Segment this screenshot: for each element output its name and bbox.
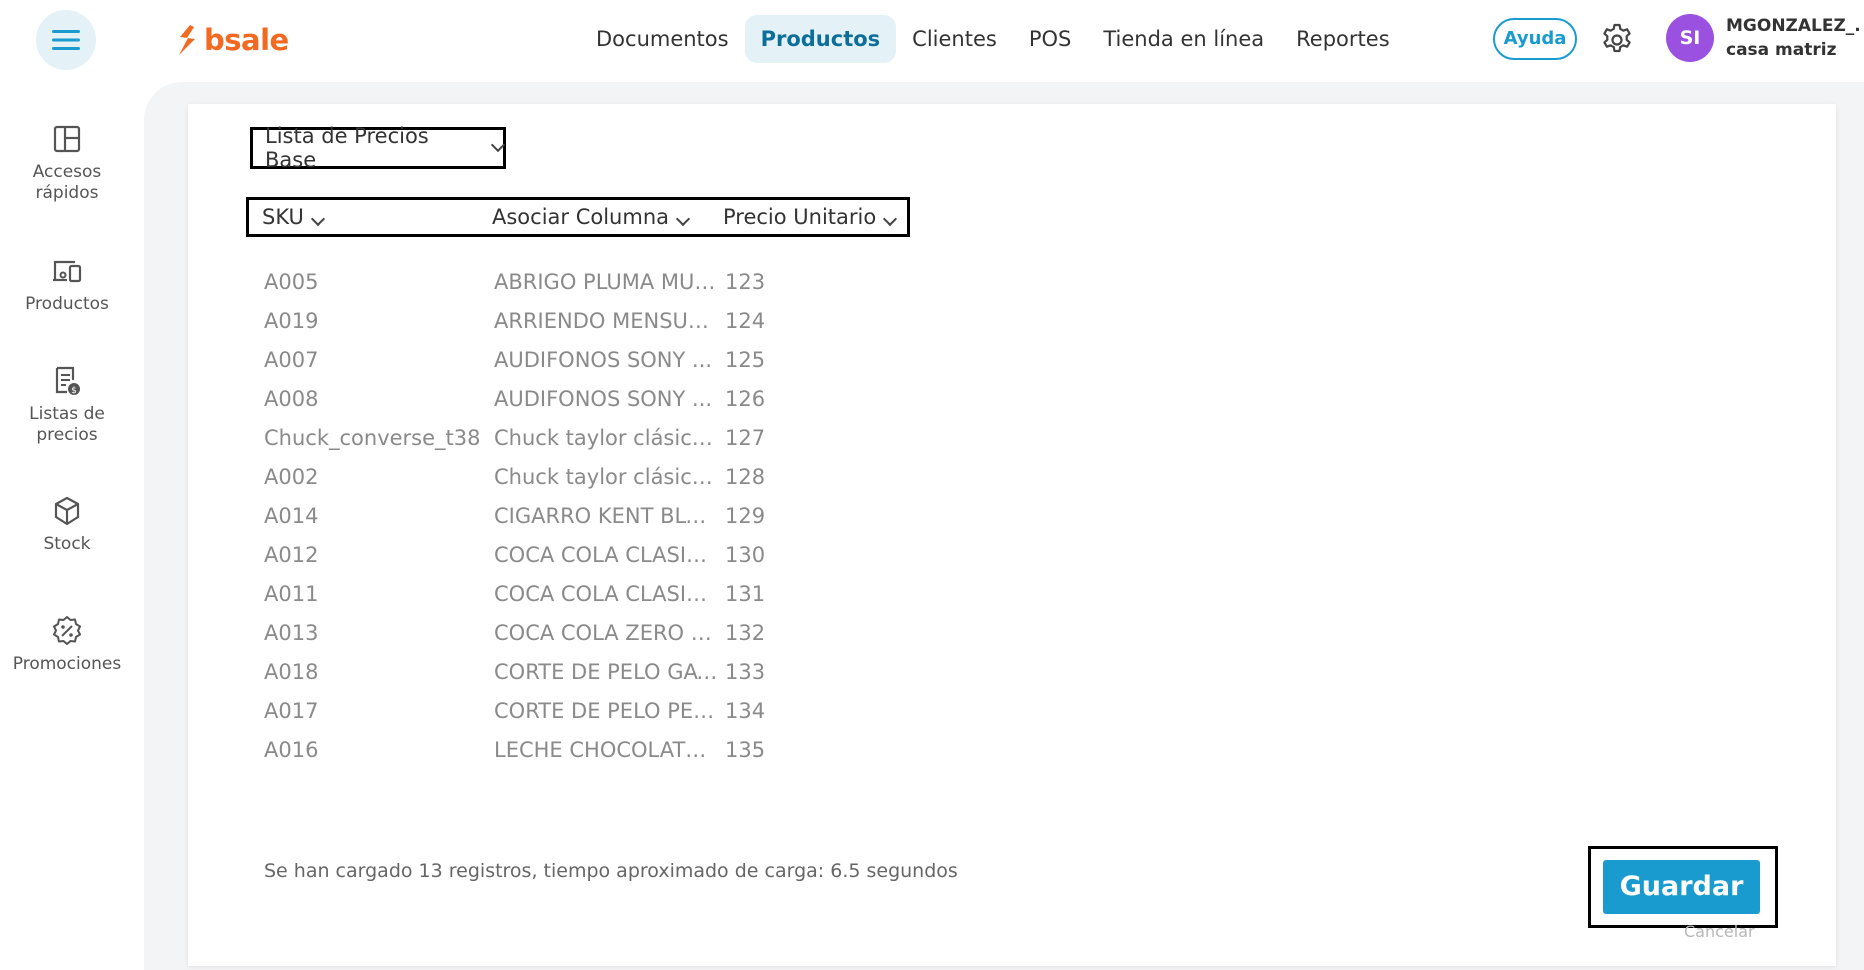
row-price: 134 xyxy=(725,699,766,723)
row-name: AUDIFONOS SONY ... xyxy=(494,348,713,372)
unit-price-column-label: Precio Unitario xyxy=(723,205,877,229)
row-name: COCA COLA CLASICA... xyxy=(494,543,718,567)
row-sku: A019 xyxy=(264,309,319,333)
row-price: 129 xyxy=(725,504,766,528)
chevron-down-icon xyxy=(883,211,898,227)
sidebar: Accesos rápidos Productos $ Listas de pr… xyxy=(0,80,134,970)
row-name: ABRIGO PLUMA MUJ... xyxy=(494,270,718,294)
chevron-down-icon xyxy=(310,211,325,227)
sidebar-label-stock: Stock xyxy=(43,534,91,554)
gear-icon[interactable] xyxy=(1599,22,1635,58)
row-sku: A016 xyxy=(264,738,319,762)
row-sku: A012 xyxy=(264,543,319,567)
nav-tienda-en-linea[interactable]: Tienda en línea xyxy=(1087,15,1280,63)
save-button[interactable]: Guardar xyxy=(1603,860,1760,914)
row-price: 132 xyxy=(725,621,766,645)
row-name: ARRIENDO MENSUA... xyxy=(494,309,718,333)
row-sku: A013 xyxy=(264,621,319,645)
hamburger-menu-button[interactable] xyxy=(36,10,96,70)
row-name: Chuck taylor clásico ... xyxy=(494,465,718,489)
row-price: 126 xyxy=(725,387,766,411)
row-sku: A018 xyxy=(264,660,319,684)
row-name: CIGARRO KENT BLU... xyxy=(494,504,718,528)
row-price: 131 xyxy=(725,582,766,606)
discount-badge-icon xyxy=(53,616,81,645)
price-list-dropdown-label: Lista de Precios Base xyxy=(265,124,429,172)
row-name: CORTE DE PELO GATO xyxy=(494,660,718,684)
nav-pos[interactable]: POS xyxy=(1013,15,1088,63)
row-name: LECHE CHOCOLATE ... xyxy=(494,738,718,762)
row-price: 135 xyxy=(725,738,766,762)
sidebar-item-stock[interactable]: Stock xyxy=(0,494,134,555)
top-bar: bsale Documentos Productos Clientes POS … xyxy=(0,0,1864,80)
sku-column-label: SKU xyxy=(262,205,304,229)
price-list-dropdown[interactable]: Lista de Precios Base xyxy=(250,124,506,172)
user-branch: casa matriz xyxy=(1726,40,1837,60)
row-name: COCA COLA ZERO 35... xyxy=(494,621,718,645)
nav-reportes[interactable]: Reportes xyxy=(1280,15,1405,63)
bsale-logo-icon xyxy=(179,25,195,55)
nav-documentos[interactable]: Documentos xyxy=(580,15,745,63)
row-price: 133 xyxy=(725,660,766,684)
row-name: CORTE DE PELO PER... xyxy=(494,699,718,723)
sidebar-item-accesos-rapidos[interactable]: Accesos rápidos xyxy=(0,122,134,204)
sidebar-item-promociones[interactable]: Promociones xyxy=(0,614,134,675)
cancel-link[interactable]: Cancelar xyxy=(1684,922,1755,941)
sidebar-item-productos[interactable]: Productos xyxy=(0,254,134,315)
hamburger-icon xyxy=(52,30,80,50)
row-price: 125 xyxy=(725,348,766,372)
sidebar-label-productos: Productos xyxy=(25,294,109,314)
avatar[interactable]: SI xyxy=(1666,14,1714,62)
row-price: 124 xyxy=(725,309,766,333)
sidebar-item-listas-de-precios[interactable]: $ Listas de precios xyxy=(0,364,134,446)
row-sku: A011 xyxy=(264,582,319,606)
column-mapping-header: SKU Asociar Columna Precio Unitario xyxy=(246,197,910,237)
chevron-down-icon xyxy=(491,137,506,153)
row-sku: A002 xyxy=(264,465,319,489)
help-button[interactable]: Ayuda xyxy=(1493,18,1577,60)
load-status-text: Se han cargado 13 registros, tiempo apro… xyxy=(264,860,958,882)
row-price: 130 xyxy=(725,543,766,567)
bsale-logo[interactable]: bsale xyxy=(176,20,289,60)
row-sku: Chuck_converse_t38 xyxy=(264,426,481,450)
row-price: 128 xyxy=(725,465,766,489)
box-icon xyxy=(54,496,80,526)
sidebar-label-accesos-rapidos: Accesos rápidos xyxy=(32,162,102,203)
sidebar-label-listas-de-precios: Listas de precios xyxy=(29,404,105,445)
nav-clientes[interactable]: Clientes xyxy=(896,15,1013,63)
layout-icon xyxy=(53,125,81,153)
devices-icon xyxy=(53,260,82,283)
row-name: COCA COLA CLASICA... xyxy=(494,582,718,606)
chevron-down-icon xyxy=(675,211,691,227)
row-sku: A005 xyxy=(264,270,319,294)
row-sku: A007 xyxy=(264,348,319,372)
associate-column-label: Asociar Columna xyxy=(492,205,670,229)
row-name: Chuck taylor clásico ... xyxy=(494,426,718,450)
bsale-logo-text: bsale xyxy=(204,23,289,57)
nav-productos[interactable]: Productos xyxy=(744,15,897,63)
associate-column-dropdown[interactable]: Asociar Columna xyxy=(492,200,691,234)
row-sku: A008 xyxy=(264,387,319,411)
row-price: 127 xyxy=(725,426,766,450)
row-name: AUDIFONOS SONY ... xyxy=(494,387,713,411)
row-sku: A014 xyxy=(264,504,319,528)
user-name: MGONZALEZ_... xyxy=(1726,16,1862,36)
row-price: 123 xyxy=(725,270,766,294)
sku-column-dropdown[interactable]: SKU xyxy=(262,200,325,234)
main-nav: Documentos Productos Clientes POS Tienda… xyxy=(580,14,1406,64)
unit-price-column-dropdown[interactable]: Precio Unitario xyxy=(723,200,898,234)
svg-text:$: $ xyxy=(71,386,77,396)
sidebar-label-promociones: Promociones xyxy=(12,654,122,674)
user-info[interactable]: MGONZALEZ_... casa matriz xyxy=(1726,16,1862,60)
price-list-icon: $ xyxy=(55,366,80,396)
row-sku: A017 xyxy=(264,699,319,723)
